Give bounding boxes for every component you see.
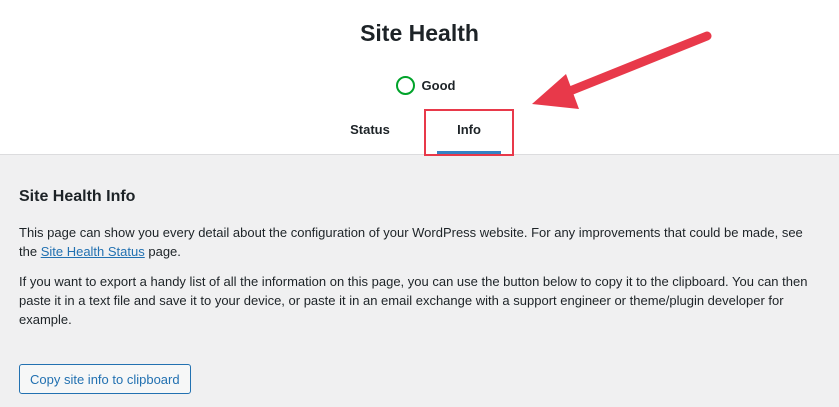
copy-site-info-button[interactable]: Copy site info to clipboard [19,364,191,394]
info-paragraph-2: If you want to export a handy list of al… [19,274,808,327]
site-health-status-link[interactable]: Site Health Status [41,244,145,259]
annotation-arrow-icon [532,31,712,109]
arrow-head [532,74,579,109]
annotation-highlight-box [424,109,514,156]
site-health-info-section: Site Health Info This page can show you … [19,188,824,340]
status-circle-icon [395,76,415,95]
info-paragraph-1: This page can show you every detail abou… [19,223,824,261]
arrow-shaft [555,31,712,100]
tab-status[interactable]: Status [340,122,400,137]
tab-status-label: Status [350,122,390,137]
para1-text-end: page. [144,244,181,259]
status-label: Good [421,78,456,93]
section-heading: Site Health Info [19,188,136,205]
